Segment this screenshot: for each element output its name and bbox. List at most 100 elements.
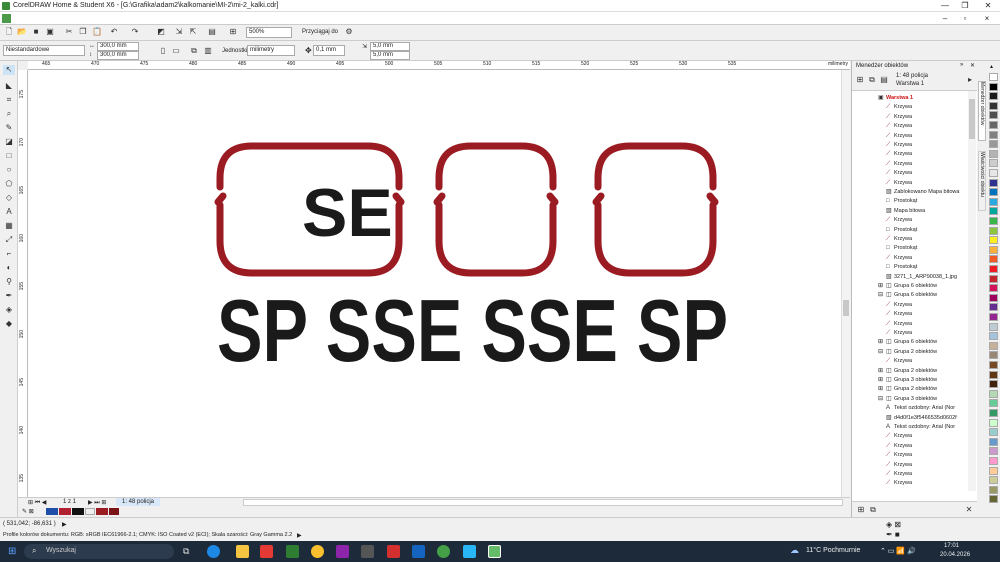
paste-icon[interactable]: 📋	[92, 27, 102, 37]
app-green-icon[interactable]	[286, 545, 299, 558]
document-icon[interactable]	[2, 14, 11, 23]
tree-item[interactable]: ⟋ Krzywa	[886, 254, 912, 263]
palette-swatch[interactable]	[989, 82, 998, 91]
text-tool-icon[interactable]: A	[3, 207, 15, 217]
tree-item[interactable]: ⟋ Krzywa	[886, 216, 912, 225]
scroll-thumb[interactable]	[843, 300, 849, 316]
tree-item[interactable]: ⟋ Krzywa	[886, 132, 912, 141]
start-icon[interactable]: ⊞	[8, 546, 16, 557]
freehand-tool-icon[interactable]: ✎	[3, 123, 15, 133]
palette-swatch[interactable]	[989, 351, 998, 360]
options-icon[interactable]: ⚙	[344, 27, 354, 37]
open-icon[interactable]: 📂	[17, 27, 27, 37]
palette-swatch[interactable]	[989, 178, 998, 187]
tree-item[interactable]: ⟋ Krzywa	[886, 235, 912, 244]
export-icon[interactable]: ⇱	[188, 27, 198, 37]
save-icon[interactable]: ■	[31, 27, 41, 37]
tree-item[interactable]: ⟋ Krzywa	[886, 479, 912, 488]
doc-restore-icon[interactable]: ▫	[958, 12, 972, 25]
palette-scroll-up-icon[interactable]: ▴	[990, 63, 993, 70]
palette-swatch[interactable]	[989, 245, 998, 254]
weather-text[interactable]: 11°C Pochmurnie	[806, 547, 860, 554]
doc-swatch-white[interactable]	[85, 508, 95, 515]
interactive-fill-icon[interactable]: ◆	[3, 319, 15, 329]
palette-swatch[interactable]	[989, 101, 998, 110]
tree-item[interactable]: ⟋ Krzywa	[886, 451, 912, 460]
tree-item[interactable]: ▧ 3271_1_ARP90038_1.jpg	[886, 273, 957, 282]
palette-swatch[interactable]	[989, 130, 998, 139]
palette-swatch[interactable]	[989, 303, 998, 312]
tree-item[interactable]: □ Prostokąt	[886, 244, 917, 253]
doc-close-icon[interactable]: ×	[980, 12, 994, 25]
tab-object-manager[interactable]: Menedżer obiektów	[978, 81, 986, 141]
import-icon[interactable]: ⇲	[174, 27, 184, 37]
redo-icon[interactable]: ↷	[130, 27, 140, 37]
tree-item[interactable]: □ Prostokąt	[886, 197, 917, 206]
fill-indicator-icon[interactable]: ◈ ⊠	[886, 520, 901, 529]
palette-swatch[interactable]	[989, 92, 998, 101]
palette-swatch[interactable]	[989, 197, 998, 206]
tree-item[interactable]: □ Prostokąt	[886, 263, 917, 272]
edit-across-layers-icon[interactable]: ⧉	[867, 75, 877, 85]
zoom-level-combo[interactable]: 500%	[246, 27, 292, 38]
portrait-icon[interactable]: ▯	[158, 46, 168, 56]
palette-swatch[interactable]	[989, 284, 998, 293]
palette-swatch[interactable]	[989, 149, 998, 158]
tree-item[interactable]: ⟋ Krzywa	[886, 122, 912, 131]
palette-swatch[interactable]	[989, 370, 998, 379]
connector-tool-icon[interactable]: ⌐	[3, 249, 15, 259]
docker-close-icon[interactable]: ✕	[970, 62, 975, 69]
docker-collapse-icon[interactable]: »	[960, 62, 963, 68]
palette-swatch[interactable]	[989, 485, 998, 494]
tree-item[interactable]: ⟋ Krzywa	[886, 320, 912, 329]
close-button[interactable]: ✕	[978, 0, 998, 12]
rectangle-tool-icon[interactable]: □	[3, 151, 15, 161]
palette-menu-icon[interactable]: ✎ ⊠	[22, 508, 34, 515]
palette-swatch[interactable]	[989, 226, 998, 235]
fill-tool-icon[interactable]: ◈	[3, 305, 15, 315]
horizontal-ruler[interactable]: 465 470 475 480 485 490 495 500 505 510 515 520 525 5…	[28, 61, 850, 70]
expand-toggle-icon[interactable]: ⊟	[878, 395, 886, 404]
new-master-layer-icon[interactable]: ⧉	[868, 505, 878, 515]
palette-swatch[interactable]	[989, 399, 998, 408]
palette-swatch[interactable]	[989, 159, 998, 168]
palette-swatch[interactable]	[989, 121, 998, 129]
doc-minimize-icon[interactable]: –	[938, 12, 952, 25]
palette-swatch[interactable]	[989, 217, 998, 225]
eyedropper-tool-icon[interactable]: ⚲	[3, 277, 15, 287]
palette-swatch[interactable]	[989, 207, 998, 216]
tree-item[interactable]: ⟋ Krzywa	[886, 113, 912, 122]
palette-swatch[interactable]	[989, 447, 998, 456]
app-chrome2-icon[interactable]	[437, 545, 450, 558]
palette-swatch[interactable]	[989, 313, 998, 321]
blend-tool-icon[interactable]: ◐	[3, 263, 15, 273]
tree-item[interactable]: ⟋ Krzywa	[886, 169, 912, 178]
tree-item[interactable]: ⟋ Krzywa	[886, 310, 912, 319]
tree-item[interactable]: A Tekst ozdobny: Arial (Nor	[886, 423, 955, 432]
units-combo[interactable]: milimetry	[247, 45, 295, 56]
delete-icon[interactable]: ✕	[964, 505, 974, 515]
palette-swatch[interactable]	[989, 188, 998, 197]
duplicate-y-input[interactable]: 5,0 mm	[370, 51, 410, 60]
doc-swatch-darkred[interactable]	[96, 508, 108, 515]
print-icon[interactable]: ▣	[45, 27, 55, 37]
tray-icons[interactable]: ⌃ ▭ 📶 🔊	[880, 547, 916, 555]
tree-item[interactable]: ⟋ Krzywa	[886, 160, 912, 169]
palette-swatch[interactable]	[989, 466, 998, 475]
outline-tool-icon[interactable]: ✒	[3, 291, 15, 301]
vertical-scrollbar[interactable]	[841, 70, 850, 497]
file-explorer-icon[interactable]	[236, 545, 249, 558]
snap-to-dropdown[interactable]: Przyciągaj do	[302, 29, 338, 35]
app-launcher-icon[interactable]: ⊞	[228, 27, 238, 37]
tree-item[interactable]: ⊟ ◫ Grupa 6 obiektów	[878, 291, 937, 300]
all-pages-icon[interactable]: ⧉	[189, 46, 199, 56]
tree-item[interactable]: ⊞ ◫ Grupa 6 obiektów	[878, 338, 937, 347]
smart-fill-icon[interactable]: ◪	[3, 137, 15, 147]
nudge-distance-input[interactable]: 0,1 mm	[313, 45, 345, 56]
expand-toggle-icon[interactable]: ⊞	[878, 376, 886, 385]
current-page-icon[interactable]: ▥	[203, 46, 213, 56]
crop-tool-icon[interactable]: ⌗	[3, 95, 15, 105]
horizontal-scrollbar[interactable]	[243, 499, 843, 506]
app-f-icon[interactable]	[387, 545, 400, 558]
landscape-icon[interactable]: ▭	[171, 46, 181, 56]
